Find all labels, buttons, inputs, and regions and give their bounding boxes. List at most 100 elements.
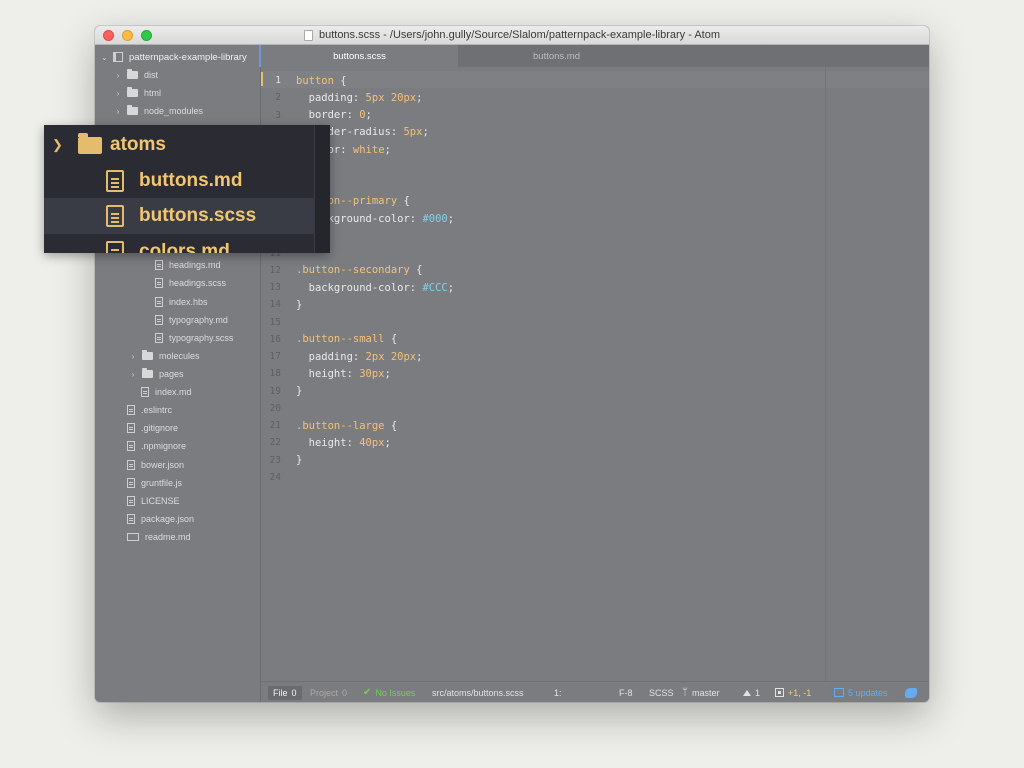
tree-file[interactable]: .npmignore <box>127 437 186 455</box>
tree-file[interactable]: gruntfile.js <box>127 474 182 492</box>
tree-item-label: package.json <box>141 514 195 525</box>
project-issue-count: 0 <box>342 687 348 698</box>
zoom-file-label: colors.md <box>139 241 230 253</box>
line-number: 19 <box>269 385 281 397</box>
chevron-right-icon: › <box>131 369 135 379</box>
chevron-right-icon: › <box>116 88 120 98</box>
tree-item-label: index.hbs <box>169 296 208 307</box>
tree-file[interactable]: readme.md <box>127 528 191 546</box>
line-number: 23 <box>269 454 281 466</box>
grammar-selector[interactable]: SCSS <box>649 682 674 702</box>
tree-file[interactable]: package.json <box>127 510 194 528</box>
tab-buttons-md[interactable]: buttons.md <box>458 45 655 67</box>
code-token: } <box>296 298 303 311</box>
cursor-position-label: 1: <box>554 687 562 698</box>
zoom-folder-atoms[interactable]: ❯ atoms <box>44 127 314 163</box>
git-push-status[interactable]: 1 <box>743 682 760 702</box>
tree-root-project[interactable]: ⌄ patternpack-example-library <box>101 48 247 66</box>
tree-file[interactable]: headings.md <box>155 256 221 274</box>
code-token: button <box>296 74 334 87</box>
line-number: 13 <box>269 282 281 293</box>
code-token: ; <box>384 436 391 449</box>
linter-status-label: No Issues <box>375 687 416 698</box>
code-token: padding: <box>296 350 366 363</box>
code-text: } <box>296 299 302 311</box>
file-icon <box>127 441 135 452</box>
code-line: 3 border: 0; <box>261 107 372 124</box>
code-token: height: <box>296 436 360 449</box>
status-bar: File 0 Project 0 ✔ No Issues src/atoms/b… <box>261 681 929 702</box>
file-icon <box>127 405 135 415</box>
code-line: 24 <box>261 469 296 486</box>
code-token: white <box>352 143 385 156</box>
file-encoding[interactable]: F-8 <box>619 682 633 702</box>
zoom-file-buttons-md[interactable]: buttons.md <box>44 163 314 199</box>
grammar-label: SCSS <box>649 687 674 698</box>
code-token: .button--large <box>296 419 385 432</box>
tree-item-label: patternpack-example-library <box>129 51 247 63</box>
file-icon <box>155 296 163 307</box>
line-number: 2 <box>275 92 281 104</box>
file-icon <box>106 205 124 227</box>
code-token: height: <box>296 367 360 380</box>
file-icon <box>155 314 163 325</box>
code-token: .button--secondary <box>296 264 410 277</box>
tree-item-label: gruntfile.js <box>141 477 183 488</box>
tab-buttons-scss[interactable]: buttons.scss <box>261 45 458 67</box>
tree-item-label: headings.md <box>169 260 221 271</box>
code-token: ; <box>447 212 455 225</box>
tree-file[interactable]: headings.scss <box>155 274 226 292</box>
file-icon <box>155 333 163 343</box>
close-window-button[interactable] <box>103 30 114 41</box>
cursor-position[interactable]: 1: <box>554 682 562 702</box>
tree-item-label: typography.scss <box>169 333 234 343</box>
tree-file[interactable]: .gitignore <box>127 419 178 437</box>
folder-icon <box>127 105 138 115</box>
code-token: #CCC <box>422 281 448 294</box>
tree-file[interactable]: bower.json <box>127 456 184 474</box>
code-token: { <box>333 74 347 87</box>
file-path[interactable]: src/atoms/buttons.scss <box>432 682 524 702</box>
tree-file[interactable]: .eslintrc <box>127 401 172 419</box>
code-token: padding: <box>296 91 366 104</box>
tree-folder[interactable]: › node_modules <box>115 102 203 120</box>
git-branch[interactable]: ᛘ master <box>682 682 720 702</box>
tree-file[interactable]: typography.md <box>155 311 228 329</box>
tree-file[interactable]: typography.scss <box>155 329 233 347</box>
status-file-tab[interactable]: File 0 <box>268 686 302 700</box>
folder-icon <box>142 350 153 360</box>
line-number: 3 <box>275 109 281 121</box>
code-token: ; <box>384 143 391 156</box>
status-project-tab[interactable]: Project 0 <box>310 682 347 702</box>
zoom-folder-label: atoms <box>110 134 166 155</box>
code-text: height: 30px; <box>296 368 391 380</box>
line-number: 16 <box>269 333 281 345</box>
squirrel-update-button[interactable] <box>905 682 917 702</box>
git-diff-status[interactable]: +1, -1 <box>775 682 811 702</box>
file-icon <box>155 278 163 289</box>
line-number: 17 <box>269 351 281 362</box>
title-bar: buttons.scss - /Users/john.gully/Source/… <box>95 26 929 45</box>
minimize-window-button[interactable] <box>122 30 133 41</box>
code-text: .button--secondary { <box>296 264 422 276</box>
linter-status[interactable]: ✔ No Issues <box>363 682 415 702</box>
tree-folder[interactable]: › dist <box>115 66 158 84</box>
tree-folder[interactable]: › html <box>115 84 161 102</box>
chevron-down-icon: ⌄ <box>101 52 108 62</box>
tree-folder[interactable]: › molecules <box>130 347 200 365</box>
zoom-file-colors-md[interactable]: colors.md <box>44 234 314 253</box>
code-editor[interactable]: 1 button {2 padding: 5px 20px; 3 border: 0… <box>261 67 929 681</box>
code-line: 22 height: 40px; <box>261 434 391 451</box>
tree-file[interactable]: LICENSE <box>127 492 180 510</box>
tree-file[interactable]: index.hbs <box>155 293 208 311</box>
zoom-window-button[interactable] <box>141 30 152 41</box>
checkmark-icon: ✔ <box>363 687 372 698</box>
chevron-right-icon: › <box>116 70 120 80</box>
package-updates[interactable]: 5 updates <box>834 682 888 702</box>
tree-item-label: readme.md <box>145 532 191 543</box>
code-text: background-color: #CCC; <box>296 282 454 294</box>
tree-file[interactable]: index.md <box>141 383 192 401</box>
zoom-file-buttons-scss[interactable]: buttons.scss <box>44 198 314 234</box>
tree-folder[interactable]: › pages <box>130 365 184 383</box>
code-line: 13 background-color: #CCC; <box>261 279 455 296</box>
